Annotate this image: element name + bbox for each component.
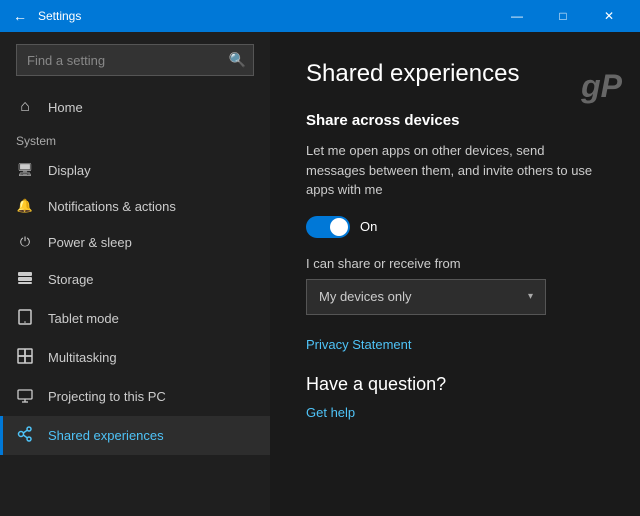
- tablet-icon: [16, 309, 34, 328]
- sidebar-item-home[interactable]: ⌂ Home: [0, 88, 270, 126]
- content-area: gP Shared experiences Share across devic…: [270, 32, 640, 516]
- toggle-row: On: [306, 216, 604, 238]
- description-text: Let me open apps on other devices, send …: [306, 141, 604, 200]
- sidebar-item-label: Projecting to this PC: [48, 389, 166, 404]
- title-bar: ← Settings — □ ✕: [0, 0, 640, 32]
- close-button[interactable]: ✕: [586, 0, 632, 32]
- sidebar-item-storage[interactable]: Storage: [0, 260, 270, 299]
- sidebar-item-shared[interactable]: Shared experiences: [0, 416, 270, 455]
- minimize-button[interactable]: —: [494, 0, 540, 32]
- page-title: Shared experiences: [306, 60, 604, 88]
- display-icon: 🖥: [16, 162, 34, 178]
- sidebar-item-tablet[interactable]: Tablet mode: [0, 299, 270, 338]
- section-title: Share across devices: [306, 112, 604, 129]
- chevron-down-icon: ▾: [528, 291, 533, 302]
- sidebar-item-label: Display: [48, 163, 91, 178]
- share-toggle[interactable]: [306, 216, 350, 238]
- sidebar-item-multitasking[interactable]: Multitasking: [0, 338, 270, 377]
- share-from-label: I can share or receive from: [306, 256, 604, 271]
- multitasking-icon: [16, 348, 34, 367]
- dropdown-value: My devices only: [319, 289, 411, 304]
- toggle-knob: [330, 218, 348, 236]
- window-title: Settings: [38, 9, 494, 23]
- notifications-icon: 🔔: [16, 198, 34, 214]
- toggle-label: On: [360, 219, 377, 234]
- get-help-link[interactable]: Get help: [306, 405, 604, 420]
- sidebar-item-label: Tablet mode: [48, 311, 119, 326]
- search-container: 🔍: [16, 44, 254, 76]
- power-icon: ⏻: [16, 234, 34, 250]
- sidebar-item-notifications[interactable]: 🔔 Notifications & actions: [0, 188, 270, 224]
- sidebar-item-display[interactable]: 🖥 Display: [0, 152, 270, 188]
- sidebar-item-label: Home: [48, 100, 83, 115]
- search-input[interactable]: [16, 44, 254, 76]
- search-icon: 🔍: [229, 52, 246, 69]
- sidebar-item-power[interactable]: ⏻ Power & sleep: [0, 224, 270, 260]
- sidebar-item-label: Multitasking: [48, 350, 117, 365]
- sidebar-item-projecting[interactable]: Projecting to this PC: [0, 377, 270, 416]
- sidebar-item-label: Notifications & actions: [48, 199, 176, 214]
- sidebar-item-label: Shared experiences: [48, 428, 164, 443]
- maximize-button[interactable]: □: [540, 0, 586, 32]
- projecting-icon: [16, 387, 34, 406]
- back-button[interactable]: ←: [8, 4, 32, 28]
- devices-dropdown[interactable]: My devices only ▾: [306, 279, 546, 315]
- home-icon: ⌂: [16, 98, 34, 116]
- sidebar-item-label: Power & sleep: [48, 235, 132, 250]
- gp-watermark: gP: [581, 68, 622, 105]
- have-question-heading: Have a question?: [306, 374, 604, 395]
- storage-icon: [16, 270, 34, 289]
- privacy-statement-link[interactable]: Privacy Statement: [306, 337, 604, 352]
- sidebar: 🔍 ⌂ Home System 🖥 Display 🔔 Notification…: [0, 32, 270, 516]
- shared-icon: [16, 426, 34, 445]
- app-container: 🔍 ⌂ Home System 🖥 Display 🔔 Notification…: [0, 32, 640, 516]
- sidebar-item-label: Storage: [48, 272, 94, 287]
- sidebar-section-system: System: [0, 126, 270, 152]
- window-controls: — □ ✕: [494, 0, 632, 32]
